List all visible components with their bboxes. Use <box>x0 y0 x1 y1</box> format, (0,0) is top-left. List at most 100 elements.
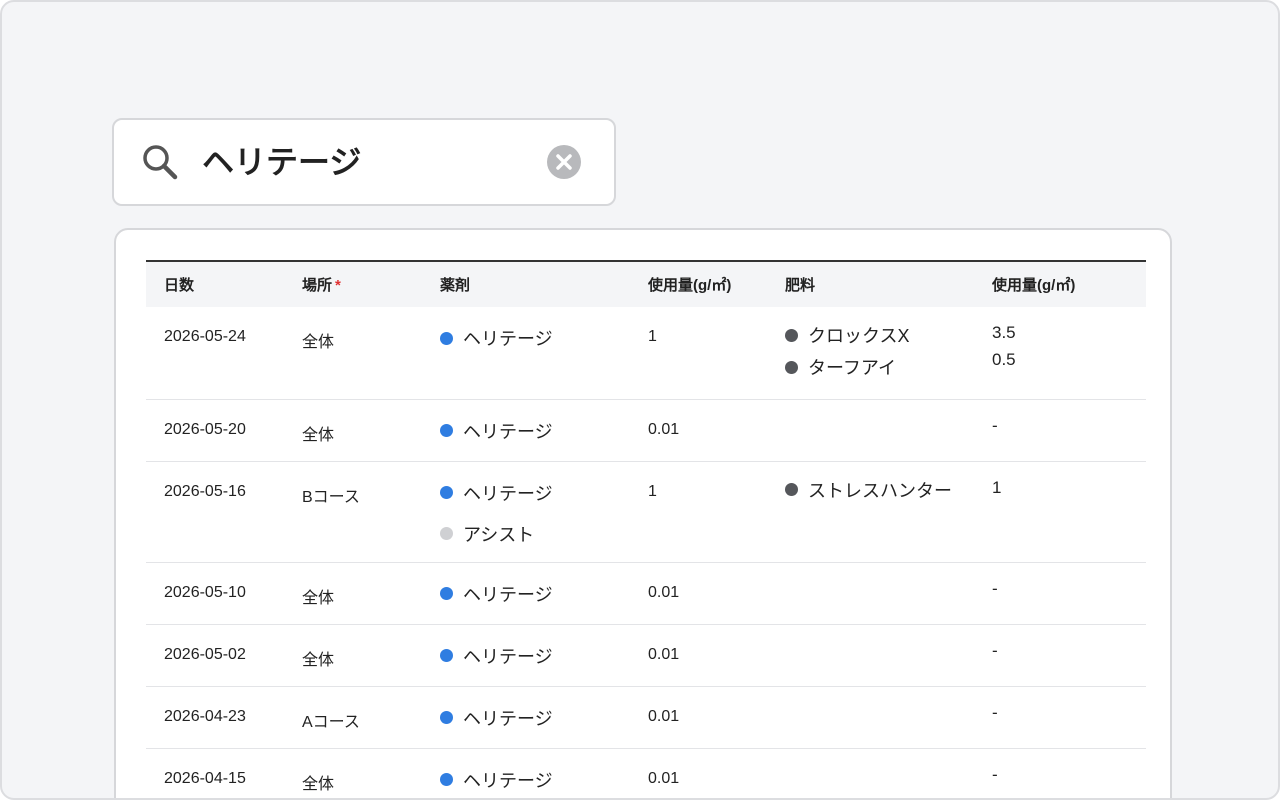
cell-fertilizer-amounts: - <box>974 398 1146 461</box>
cell-chemicals: ヘリテージ アシスト <box>422 460 630 562</box>
cell-chemicals: ヘリテージ <box>422 623 630 686</box>
required-marker: * <box>335 277 341 294</box>
cell-fertilizers <box>767 561 974 624</box>
fertilizer-name: ターフアイ <box>808 358 897 378</box>
cell-fertilizers: クロックスX ターフアイ <box>767 307 974 399</box>
cell-chemicals: ヘリテージ <box>422 685 630 748</box>
cell-chemical-amount: 1 <box>630 460 767 562</box>
cell-date: 2026-04-23 <box>146 685 284 748</box>
cell-fertilizers <box>767 398 974 461</box>
cell-place: 全体 <box>284 398 422 461</box>
color-dot-icon <box>440 424 453 437</box>
fertilizer-name: ストレスハンター <box>808 480 952 501</box>
fertilizer-amount: - <box>992 702 998 722</box>
table-row[interactable]: 2026-04-15 全体 ヘリテージ 0.01 - <box>146 747 1146 798</box>
color-dot-icon <box>440 587 453 600</box>
header-place: 場所 * <box>284 261 422 307</box>
search-bar[interactable] <box>112 118 616 206</box>
cell-chemical-amount: 0.01 <box>630 398 767 461</box>
chemical-item: ヘリテージ <box>440 646 630 667</box>
cell-chemical-amount: 0.01 <box>630 685 767 748</box>
table-row[interactable]: 2026-05-24 全体 ヘリテージ 1 クロックスX ターフアイ 3.5 0.5 <box>146 307 1146 399</box>
fertilizer-item: ターフアイ <box>785 356 974 378</box>
cell-fertilizer-amounts: - <box>974 623 1146 686</box>
results-card: 日数 場所 * 薬剤 使用量(g/㎡) 肥料 使用量(g/㎡) 2026-05-2… <box>114 228 1172 798</box>
chemical-name: ヘリテージ <box>463 770 553 791</box>
cell-place: Bコース <box>284 460 422 562</box>
chemical-item: アシスト <box>440 524 630 545</box>
cell-chemical-amount: 0.01 <box>630 623 767 686</box>
fertilizer-amount: 0.5 <box>992 350 1016 369</box>
cell-chemical-amount: 0.01 <box>630 747 767 798</box>
header-chemical: 薬剤 <box>440 277 471 294</box>
cell-chemicals: ヘリテージ <box>422 307 630 399</box>
chemical-name: ヘリテージ <box>463 646 553 667</box>
header-chemical-amount: 使用量(g/㎡) <box>648 277 732 294</box>
header-place-label: 場所 <box>302 277 333 294</box>
color-dot-icon <box>440 331 453 345</box>
cell-chemicals: ヘリテージ <box>422 747 630 798</box>
color-dot-icon <box>440 711 453 724</box>
cell-place: 全体 <box>302 334 335 351</box>
cell-chemicals: ヘリテージ <box>422 561 630 624</box>
fertilizer-amount: 3.5 <box>992 323 1016 342</box>
fertilizer-item: ストレスハンター <box>785 479 974 501</box>
chemical-name: アシスト <box>463 524 535 545</box>
search-input[interactable] <box>202 142 532 182</box>
chemical-item: ヘリテージ <box>440 770 630 791</box>
cell-fertilizer-amounts: 1 <box>974 460 1146 562</box>
table-row[interactable]: 2026-05-20 全体 ヘリテージ 0.01 - <box>146 398 1146 461</box>
chemical-name: ヘリテージ <box>463 421 553 442</box>
fertilizer-amount: - <box>992 640 998 660</box>
cell-fertilizers <box>767 685 974 748</box>
table-row[interactable]: 2026-04-23 Aコース ヘリテージ 0.01 - <box>146 685 1146 748</box>
cell-date: 2026-05-20 <box>146 398 284 461</box>
header-fertilizer: 肥料 <box>785 277 816 294</box>
cell-fertilizer-amounts: - <box>974 747 1146 798</box>
table-row[interactable]: 2026-05-10 全体 ヘリテージ 0.01 - <box>146 561 1146 624</box>
cell-date: 2026-05-02 <box>146 623 284 686</box>
clear-icon[interactable] <box>546 144 582 180</box>
cell-place: 全体 <box>284 747 422 798</box>
color-dot-icon <box>785 328 798 342</box>
fertilizer-name: クロックスX <box>808 326 910 346</box>
color-dot-icon <box>440 527 453 540</box>
cell-chemicals: ヘリテージ <box>422 398 630 461</box>
cell-date: 2026-05-10 <box>146 561 284 624</box>
cell-fertilizers <box>767 747 974 798</box>
cell-fertilizer-amounts: - <box>974 561 1146 624</box>
cell-fertilizer-amounts: 3.5 0.5 <box>974 307 1146 399</box>
fertilizer-item: クロックスX <box>785 324 974 346</box>
chemical-name: ヘリテージ <box>463 329 553 349</box>
chemical-name: ヘリテージ <box>463 584 553 605</box>
cell-date: 2026-05-16 <box>146 460 284 562</box>
color-dot-icon <box>440 486 453 499</box>
cell-date: 2026-05-24 <box>164 328 246 345</box>
fertilizer-amount: 1 <box>992 477 1002 497</box>
cell-date: 2026-04-15 <box>146 747 284 798</box>
table-header-row: 日数 場所 * 薬剤 使用量(g/㎡) 肥料 使用量(g/㎡) <box>146 261 1146 307</box>
chemical-item: ヘリテージ <box>440 483 630 504</box>
chemical-item: ヘリテージ <box>440 584 630 605</box>
cell-place: 全体 <box>284 623 422 686</box>
header-fertilizer-amount: 使用量(g/㎡) <box>992 277 1076 294</box>
color-dot-icon <box>440 649 453 662</box>
color-dot-icon <box>785 360 798 374</box>
color-dot-icon <box>785 483 798 496</box>
chemical-name: ヘリテージ <box>463 483 553 504</box>
results-table: 日数 場所 * 薬剤 使用量(g/㎡) 肥料 使用量(g/㎡) 2026-05-2… <box>146 260 1146 798</box>
table-row[interactable]: 2026-05-02 全体 ヘリテージ 0.01 - <box>146 623 1146 686</box>
cell-fertilizers: ストレスハンター <box>767 460 974 562</box>
cell-chemical-amount: 1 <box>648 328 657 345</box>
cell-fertilizers <box>767 623 974 686</box>
cell-chemical-amount: 0.01 <box>630 561 767 624</box>
chemical-item: ヘリテージ <box>440 328 630 349</box>
fertilizer-amount: - <box>992 415 998 435</box>
chemical-name: ヘリテージ <box>463 708 553 729</box>
fertilizer-amount: - <box>992 764 998 784</box>
search-icon <box>143 145 178 180</box>
chemical-item: ヘリテージ <box>440 708 630 729</box>
table-row[interactable]: 2026-05-16 Bコース ヘリテージ アシスト 1 ストレスハンター 1 <box>146 460 1146 562</box>
cell-place: Aコース <box>284 685 422 748</box>
fertilizer-amount: - <box>992 578 998 598</box>
